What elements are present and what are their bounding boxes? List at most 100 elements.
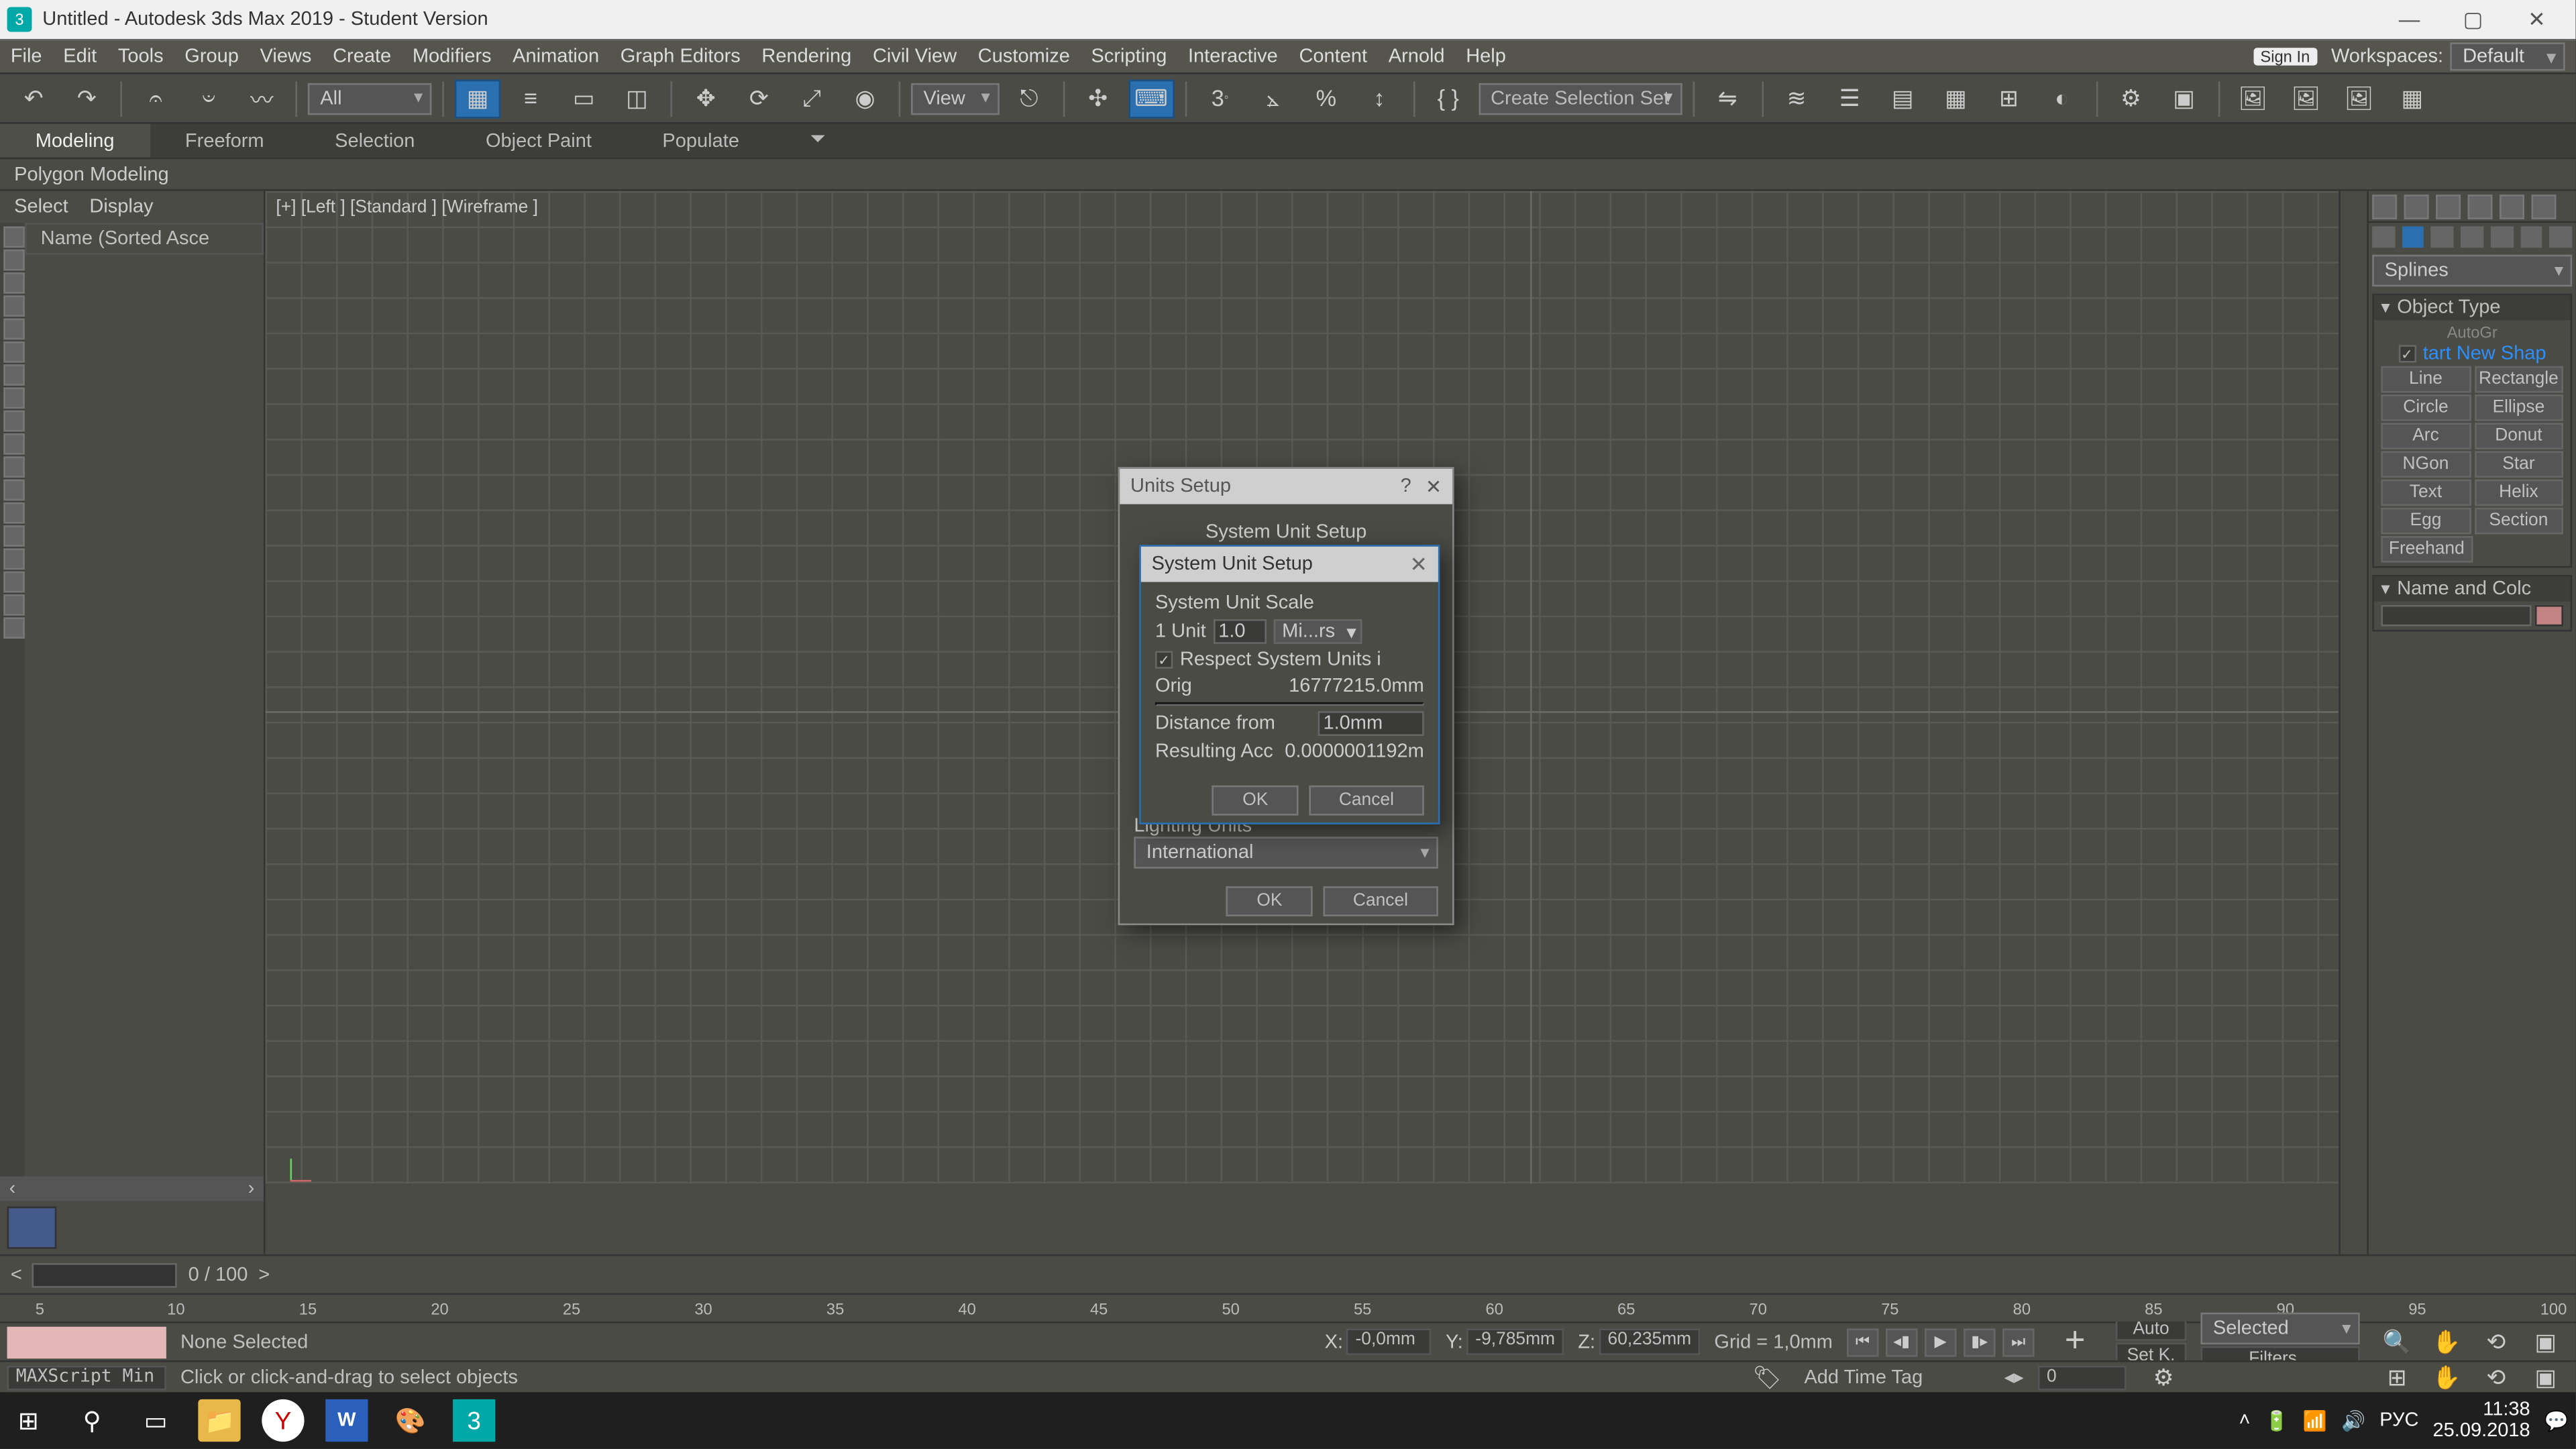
distance-value[interactable]: 1.0mm <box>1318 711 1424 736</box>
menu-customize[interactable]: Customize <box>978 46 1070 68</box>
btn-rectangle[interactable]: Rectangle <box>2474 366 2563 393</box>
btn-helix[interactable]: Helix <box>2474 480 2563 506</box>
snap-toggle-icon[interactable]: 3◦ <box>1197 78 1243 117</box>
menu-arnold[interactable]: Arnold <box>1389 46 1445 68</box>
signin-button[interactable]: Sign In <box>2253 48 2317 65</box>
play-icon[interactable]: ▶ <box>1925 1328 1956 1356</box>
word-icon[interactable]: W <box>325 1399 368 1442</box>
nav-icon-5[interactable]: ⊞ <box>2374 1358 2420 1397</box>
menu-animation[interactable]: Animation <box>513 46 599 68</box>
cmd-motion-icon[interactable] <box>2468 194 2493 219</box>
nav-icon-7[interactable]: ⟲ <box>2473 1358 2520 1397</box>
selection-filter[interactable]: All <box>308 83 432 114</box>
rotate-icon[interactable]: ⟳ <box>736 78 782 117</box>
shape-category-select[interactable]: Splines <box>2372 255 2572 286</box>
tab-object-paint[interactable]: Object Paint <box>450 124 627 158</box>
scene-select-menu[interactable]: Select <box>14 197 68 218</box>
cat-lights-icon[interactable] <box>2431 227 2454 248</box>
btn-ellipse[interactable]: Ellipse <box>2474 394 2563 421</box>
cat-geometry-icon[interactable] <box>2372 227 2395 248</box>
select-by-name-icon[interactable]: ≡ <box>508 78 554 117</box>
lighting-units-select[interactable]: International <box>1134 837 1438 868</box>
link-icon[interactable]: 𝄐 <box>133 78 179 117</box>
one-unit-value[interactable]: 1.0 <box>1213 619 1266 644</box>
workspaces-select[interactable]: Default <box>2451 42 2565 70</box>
yandex-browser-icon[interactable]: Y <box>262 1399 304 1442</box>
nav-icon-1[interactable]: 🔍 <box>2374 1322 2420 1361</box>
menu-graph-editors[interactable]: Graph Editors <box>621 46 741 68</box>
filter-helper-icon[interactable] <box>3 319 25 340</box>
3dsmax-taskbar-icon[interactable]: 3 <box>453 1399 495 1442</box>
filter-light-icon[interactable] <box>3 272 25 294</box>
toggle-ribbon-icon[interactable]: ▤ <box>1880 78 1926 117</box>
btn-arc[interactable]: Arc <box>2381 423 2470 449</box>
redo-icon[interactable]: ↷ <box>64 78 110 117</box>
time-config-icon[interactable]: ⚙ <box>2141 1358 2187 1397</box>
goto-end-icon[interactable]: ⏭ <box>2002 1328 2034 1356</box>
render-online-icon[interactable]: ▦ <box>2389 78 2435 117</box>
btn-ngon[interactable]: NGon <box>2381 451 2470 478</box>
color-swatch[interactable] <box>2535 605 2563 627</box>
cat-cameras-icon[interactable] <box>2461 227 2483 248</box>
scene-hscroll[interactable]: ‹› <box>0 1177 264 1201</box>
menu-group[interactable]: Group <box>184 46 239 68</box>
btn-egg[interactable]: Egg <box>2381 508 2470 535</box>
wifi-icon[interactable]: 📶 <box>2303 1409 2327 1432</box>
nav-icon-6[interactable]: ✋ <box>2424 1358 2470 1397</box>
btn-donut[interactable]: Donut <box>2474 423 2563 449</box>
respect-units-check[interactable]: ✓ <box>1155 651 1173 668</box>
menu-views[interactable]: Views <box>260 46 312 68</box>
next-frame-icon[interactable]: ▮▸ <box>1964 1328 1995 1356</box>
cmd-modify-icon[interactable] <box>2404 194 2429 219</box>
placement-icon[interactable]: ◉ <box>842 78 888 117</box>
clock[interactable]: 11:38 25.09.2018 <box>2432 1399 2530 1442</box>
menu-help[interactable]: Help <box>1466 46 1506 68</box>
menu-modifiers[interactable]: Modifiers <box>413 46 492 68</box>
z-value[interactable]: 60,235mm <box>1599 1328 1700 1355</box>
rollout-name-color[interactable]: ▾ Name and Colc <box>2374 577 2571 602</box>
menu-scripting[interactable]: Scripting <box>1091 46 1167 68</box>
tab-freeform[interactable]: Freeform <box>150 124 299 158</box>
mirror-icon[interactable]: ⇋ <box>1705 78 1751 117</box>
nav-icon-4[interactable]: ▣ <box>2522 1322 2569 1361</box>
cat-helpers-icon[interactable] <box>2491 227 2514 248</box>
render-setup-icon[interactable]: ⚙ <box>2108 78 2154 117</box>
material-editor-icon[interactable]: ◐ <box>2039 78 2085 117</box>
system-unit-close-icon[interactable]: ✕ <box>1410 552 1428 577</box>
menu-interactive[interactable]: Interactive <box>1188 46 1278 68</box>
ref-coord-system[interactable]: View <box>911 83 999 114</box>
filter-etc10-icon[interactable] <box>3 617 25 639</box>
menu-edit[interactable]: Edit <box>63 46 97 68</box>
rectangle-region-icon[interactable]: ▭ <box>561 78 607 117</box>
tline-prev-icon[interactable]: < <box>11 1264 22 1285</box>
volume-icon[interactable]: 🔊 <box>2341 1409 2365 1432</box>
units-ok-button[interactable]: OK <box>1227 886 1313 916</box>
btn-line[interactable]: Line <box>2381 366 2470 393</box>
y-value[interactable]: -9,785mm <box>1466 1328 1564 1355</box>
object-name-input[interactable] <box>2381 605 2531 627</box>
cmd-hierarchy-icon[interactable] <box>2436 194 2461 219</box>
cmd-utilities-icon[interactable] <box>2532 194 2557 219</box>
notification-icon[interactable]: 💬 <box>2544 1409 2569 1432</box>
units-close-icon[interactable]: ✕ <box>1426 475 1442 498</box>
angle-snap-icon[interactable]: ⦛ <box>1250 78 1296 117</box>
units-cancel-button[interactable]: Cancel <box>1323 886 1438 916</box>
filter-etc6-icon[interactable] <box>3 525 25 547</box>
close-button[interactable]: ✕ <box>2505 0 2569 39</box>
tab-populate[interactable]: Populate <box>627 124 775 158</box>
search-icon[interactable]: ⚲ <box>70 1399 113 1442</box>
filter-etc5-icon[interactable] <box>3 502 25 524</box>
menu-create[interactable]: Create <box>333 46 391 68</box>
sysunit-cancel-button[interactable]: Cancel <box>1309 786 1424 816</box>
nav-icon-8[interactable]: ▣ <box>2522 1358 2569 1397</box>
named-selection-set[interactable]: Create Selection Set <box>1479 83 1682 114</box>
rollout-object-type[interactable]: ▾ Object Type <box>2374 295 2571 320</box>
prev-frame-icon[interactable]: ◂▮ <box>1886 1328 1917 1356</box>
filter-geometry-icon[interactable] <box>3 227 25 248</box>
start-new-shape[interactable]: tart New Shap <box>2423 343 2546 365</box>
nav-icon-2[interactable]: ✋ <box>2424 1322 2470 1361</box>
bind-icon[interactable]: 〰 <box>239 78 285 117</box>
align-icon[interactable]: ≋ <box>1774 78 1820 117</box>
scene-thumb[interactable] <box>7 1206 57 1248</box>
btn-text[interactable]: Text <box>2381 480 2470 506</box>
